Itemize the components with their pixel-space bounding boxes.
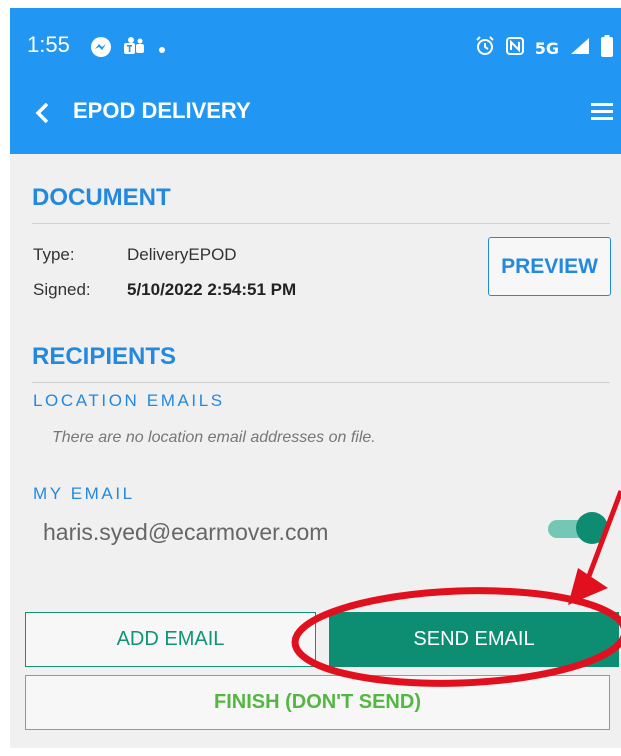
signed-value: 5/10/2022 2:54:51 PM bbox=[127, 280, 297, 299]
app-screen: 1:55 5G EPOD DELIVERY DOCUMENT Type: Del… bbox=[10, 8, 621, 748]
toggle-knob bbox=[576, 512, 608, 544]
location-emails-empty-note: There are no location email addresses on… bbox=[52, 429, 376, 446]
recipients-divider bbox=[32, 382, 610, 383]
battery-icon bbox=[601, 35, 613, 61]
document-heading: DOCUMENT bbox=[32, 184, 171, 211]
signed-label: Signed: bbox=[33, 280, 91, 299]
my-email-address: haris.syed@ecarmover.com bbox=[43, 519, 329, 545]
screen-title: EPOD DELIVERY bbox=[73, 98, 251, 123]
network-type-label: 5G bbox=[534, 38, 559, 58]
messenger-icon bbox=[90, 36, 112, 62]
document-divider bbox=[32, 223, 610, 224]
add-email-button[interactable]: ADD EMAIL bbox=[25, 612, 316, 667]
finish-dont-send-button[interactable]: FINISH (DON'T SEND) bbox=[25, 675, 610, 730]
menu-button[interactable] bbox=[591, 101, 613, 125]
notification-dot-icon bbox=[157, 40, 167, 59]
type-value: DeliveryEPOD bbox=[127, 245, 237, 264]
back-button[interactable] bbox=[34, 102, 50, 128]
top-app-bar: 1:55 5G EPOD DELIVERY bbox=[10, 8, 621, 154]
status-left-icons bbox=[90, 36, 167, 62]
preview-button[interactable]: PREVIEW bbox=[488, 237, 611, 296]
alarm-icon bbox=[475, 36, 495, 60]
status-right-icons: 5G bbox=[475, 35, 613, 61]
hamburger-icon bbox=[591, 103, 613, 125]
location-emails-label: LOCATION EMAILS bbox=[33, 391, 225, 410]
chevron-left-icon bbox=[34, 102, 50, 128]
send-email-button[interactable]: SEND EMAIL bbox=[329, 612, 619, 667]
my-email-label: MY EMAIL bbox=[33, 484, 135, 503]
my-email-toggle[interactable] bbox=[548, 512, 608, 544]
teams-icon bbox=[122, 36, 147, 62]
nfc-icon bbox=[505, 36, 525, 60]
status-time: 1:55 bbox=[27, 32, 70, 57]
signal-icon bbox=[569, 36, 591, 60]
type-label: Type: bbox=[33, 245, 75, 264]
recipients-heading: RECIPIENTS bbox=[32, 343, 177, 370]
